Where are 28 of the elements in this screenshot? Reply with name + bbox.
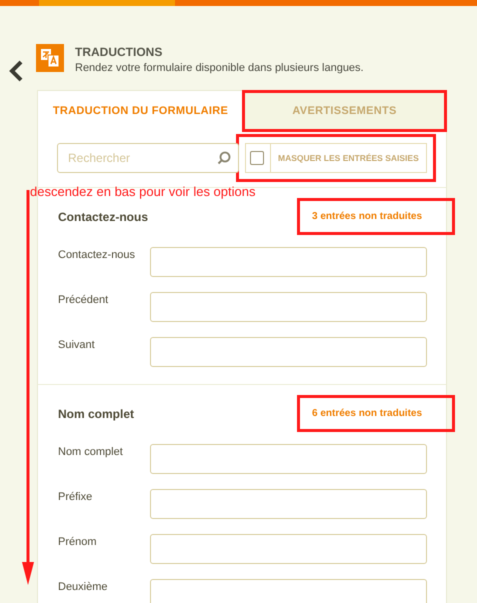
field-label: Suivant bbox=[58, 338, 96, 352]
translation-input[interactable] bbox=[150, 247, 427, 277]
translation-input[interactable] bbox=[150, 337, 427, 367]
field-label: Nom complet bbox=[58, 445, 124, 459]
annotation-text: descendez en bas pour voir les options bbox=[30, 184, 256, 199]
translation-input[interactable] bbox=[150, 534, 427, 564]
tab[interactable]: AVERTISSEMENTS bbox=[243, 91, 446, 131]
hide-filled-label[interactable]: MASQUER LES ENTRÉES SAISIES bbox=[270, 144, 419, 172]
translation-input[interactable] bbox=[150, 489, 427, 519]
untranslated-count: 6 entrées non traduites bbox=[297, 395, 455, 432]
translation-input[interactable] bbox=[150, 579, 427, 603]
field-label: Prénom bbox=[58, 535, 98, 549]
section-title: Contactez-nous bbox=[58, 210, 148, 224]
search-icon[interactable] bbox=[217, 151, 231, 165]
field-label: Deuxième bbox=[58, 580, 109, 594]
section-title: Nom complet bbox=[58, 406, 134, 420]
untranslated-count: 3 entrées non traduites bbox=[297, 198, 455, 235]
field-label: Contactez-nous bbox=[58, 248, 136, 262]
back-icon[interactable] bbox=[8, 60, 24, 82]
field-label: Précédent bbox=[58, 293, 110, 307]
page-subtitle: Rendez votre formulaire disponible dans plusieurs langues. bbox=[75, 62, 364, 74]
checkbox[interactable] bbox=[250, 151, 264, 165]
search-field[interactable]: Rechercher bbox=[57, 143, 239, 173]
field-label: Préfixe bbox=[58, 490, 94, 504]
page-title: TRADUCTIONS bbox=[75, 45, 164, 59]
translation-input[interactable] bbox=[150, 444, 427, 474]
translate-icon bbox=[36, 44, 64, 72]
translation-input[interactable] bbox=[150, 292, 427, 322]
